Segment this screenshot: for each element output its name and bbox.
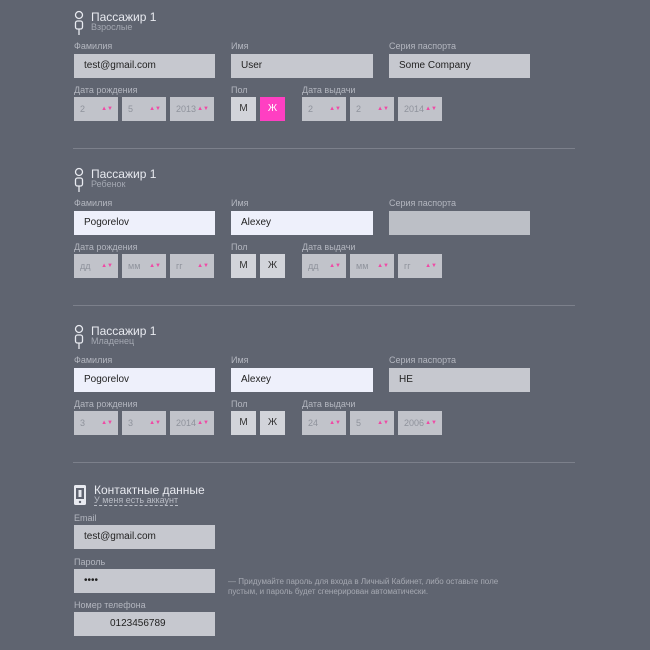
dob-day-select[interactable]: 3 ▲▼ [74, 411, 118, 435]
surname-field[interactable]: test@gmail.com [74, 54, 215, 78]
person-icon [74, 167, 84, 192]
passenger-type: Младенец [91, 336, 135, 346]
dob-year-select[interactable]: 2013 ▲▼ [170, 97, 214, 121]
passenger-section-child: Пассажир 1 Ребенок Фамилия Pogorelov Имя… [0, 167, 650, 287]
gender-label: Пол [231, 399, 248, 409]
name-field[interactable]: Alexey [231, 368, 373, 392]
chevron-updown-icon: ▲▼ [377, 420, 389, 426]
issue-day-select[interactable]: дд ▲▼ [302, 254, 346, 278]
chevron-updown-icon: ▲▼ [329, 106, 341, 112]
divider [73, 462, 575, 463]
dob-day-select[interactable]: дд ▲▼ [74, 254, 118, 278]
passenger-type: Ребенок [91, 179, 126, 189]
gender-f-button[interactable]: Ж [260, 97, 285, 121]
email-label: Email [74, 513, 97, 523]
chevron-updown-icon: ▲▼ [101, 263, 113, 269]
phone-label: Номер телефона [74, 600, 146, 610]
passport-label: Серия паспорта [389, 198, 457, 208]
gender-m-button[interactable]: М [231, 254, 256, 278]
issue-label: Дата выдачи [302, 85, 356, 95]
password-hint: — Придумайте пароль для входа в Личный К… [228, 577, 499, 596]
contacts-section: Контактные данные У меня есть аккаунт Em… [0, 482, 650, 650]
chevron-updown-icon: ▲▼ [425, 263, 437, 269]
issue-year-select[interactable]: 2014 ▲▼ [398, 97, 442, 121]
dob-month-select[interactable]: мм ▲▼ [122, 254, 166, 278]
dob-year-select[interactable]: гг ▲▼ [170, 254, 214, 278]
name-label: Имя [231, 198, 249, 208]
issue-day-select[interactable]: 2 ▲▼ [302, 97, 346, 121]
chevron-updown-icon: ▲▼ [377, 106, 389, 112]
dob-year-select[interactable]: 2014 ▲▼ [170, 411, 214, 435]
name-field[interactable]: User [231, 54, 373, 78]
gender-label: Пол [231, 242, 248, 252]
password-label: Пароль [74, 557, 106, 567]
issue-year-select[interactable]: гг ▲▼ [398, 254, 442, 278]
dob-label: Дата рождения [74, 85, 138, 95]
dob-label: Дата рождения [74, 399, 138, 409]
chevron-updown-icon: ▲▼ [329, 420, 341, 426]
person-icon [74, 10, 84, 35]
surname-field[interactable]: Pogorelov [74, 211, 215, 235]
name-label: Имя [231, 41, 249, 51]
passport-field[interactable]: Some Company [389, 54, 530, 78]
issue-month-select[interactable]: 5 ▲▼ [350, 411, 394, 435]
passenger-type: Взрослые [91, 22, 133, 32]
passport-label: Серия паспорта [389, 41, 457, 51]
gender-m-button[interactable]: М [231, 411, 256, 435]
chevron-updown-icon: ▲▼ [425, 420, 437, 426]
surname-field[interactable]: Pogorelov [74, 368, 215, 392]
dob-label: Дата рождения [74, 242, 138, 252]
issue-year-select[interactable]: 2006 ▲▼ [398, 411, 442, 435]
phone-field[interactable]: 0123456789 [74, 612, 215, 636]
passport-field[interactable]: НЕ [389, 368, 530, 392]
chevron-updown-icon: ▲▼ [329, 263, 341, 269]
email-field[interactable]: test@gmail.com [74, 525, 215, 549]
gender-m-button[interactable]: М [231, 97, 256, 121]
surname-label: Фамилия [74, 198, 113, 208]
passport-label: Серия паспорта [389, 355, 457, 365]
password-field[interactable]: •••• [74, 569, 215, 593]
dob-month-select[interactable]: 3 ▲▼ [122, 411, 166, 435]
gender-label: Пол [231, 85, 248, 95]
passenger-section-infant: Пассажир 1 Младенец Фамилия Pogorelov Им… [0, 324, 650, 444]
chevron-updown-icon: ▲▼ [149, 263, 161, 269]
issue-label: Дата выдачи [302, 242, 356, 252]
surname-label: Фамилия [74, 355, 113, 365]
passport-field[interactable] [389, 211, 530, 235]
issue-day-select[interactable]: 24 ▲▼ [302, 411, 346, 435]
chevron-updown-icon: ▲▼ [377, 263, 389, 269]
chevron-updown-icon: ▲▼ [149, 420, 161, 426]
chevron-updown-icon: ▲▼ [101, 106, 113, 112]
dob-day-select[interactable]: 2 ▲▼ [74, 97, 118, 121]
chevron-updown-icon: ▲▼ [197, 420, 209, 426]
divider [73, 148, 575, 149]
issue-label: Дата выдачи [302, 399, 356, 409]
gender-f-button[interactable]: Ж [260, 254, 285, 278]
chevron-updown-icon: ▲▼ [197, 106, 209, 112]
issue-month-select[interactable]: 2 ▲▼ [350, 97, 394, 121]
chevron-updown-icon: ▲▼ [197, 263, 209, 269]
dob-month-select[interactable]: 5 ▲▼ [122, 97, 166, 121]
chevron-updown-icon: ▲▼ [149, 106, 161, 112]
name-field[interactable]: Alexey [231, 211, 373, 235]
surname-label: Фамилия [74, 41, 113, 51]
issue-month-select[interactable]: мм ▲▼ [350, 254, 394, 278]
passenger-section-adult: Пассажир 1 Взрослые Фамилия test@gmail.c… [0, 10, 650, 130]
have-account-link[interactable]: У меня есть аккаунт [94, 495, 179, 506]
person-icon [74, 324, 84, 349]
chevron-updown-icon: ▲▼ [101, 420, 113, 426]
chevron-updown-icon: ▲▼ [425, 106, 437, 112]
name-label: Имя [231, 355, 249, 365]
divider [73, 305, 575, 306]
phone-icon [74, 485, 86, 505]
gender-f-button[interactable]: Ж [260, 411, 285, 435]
